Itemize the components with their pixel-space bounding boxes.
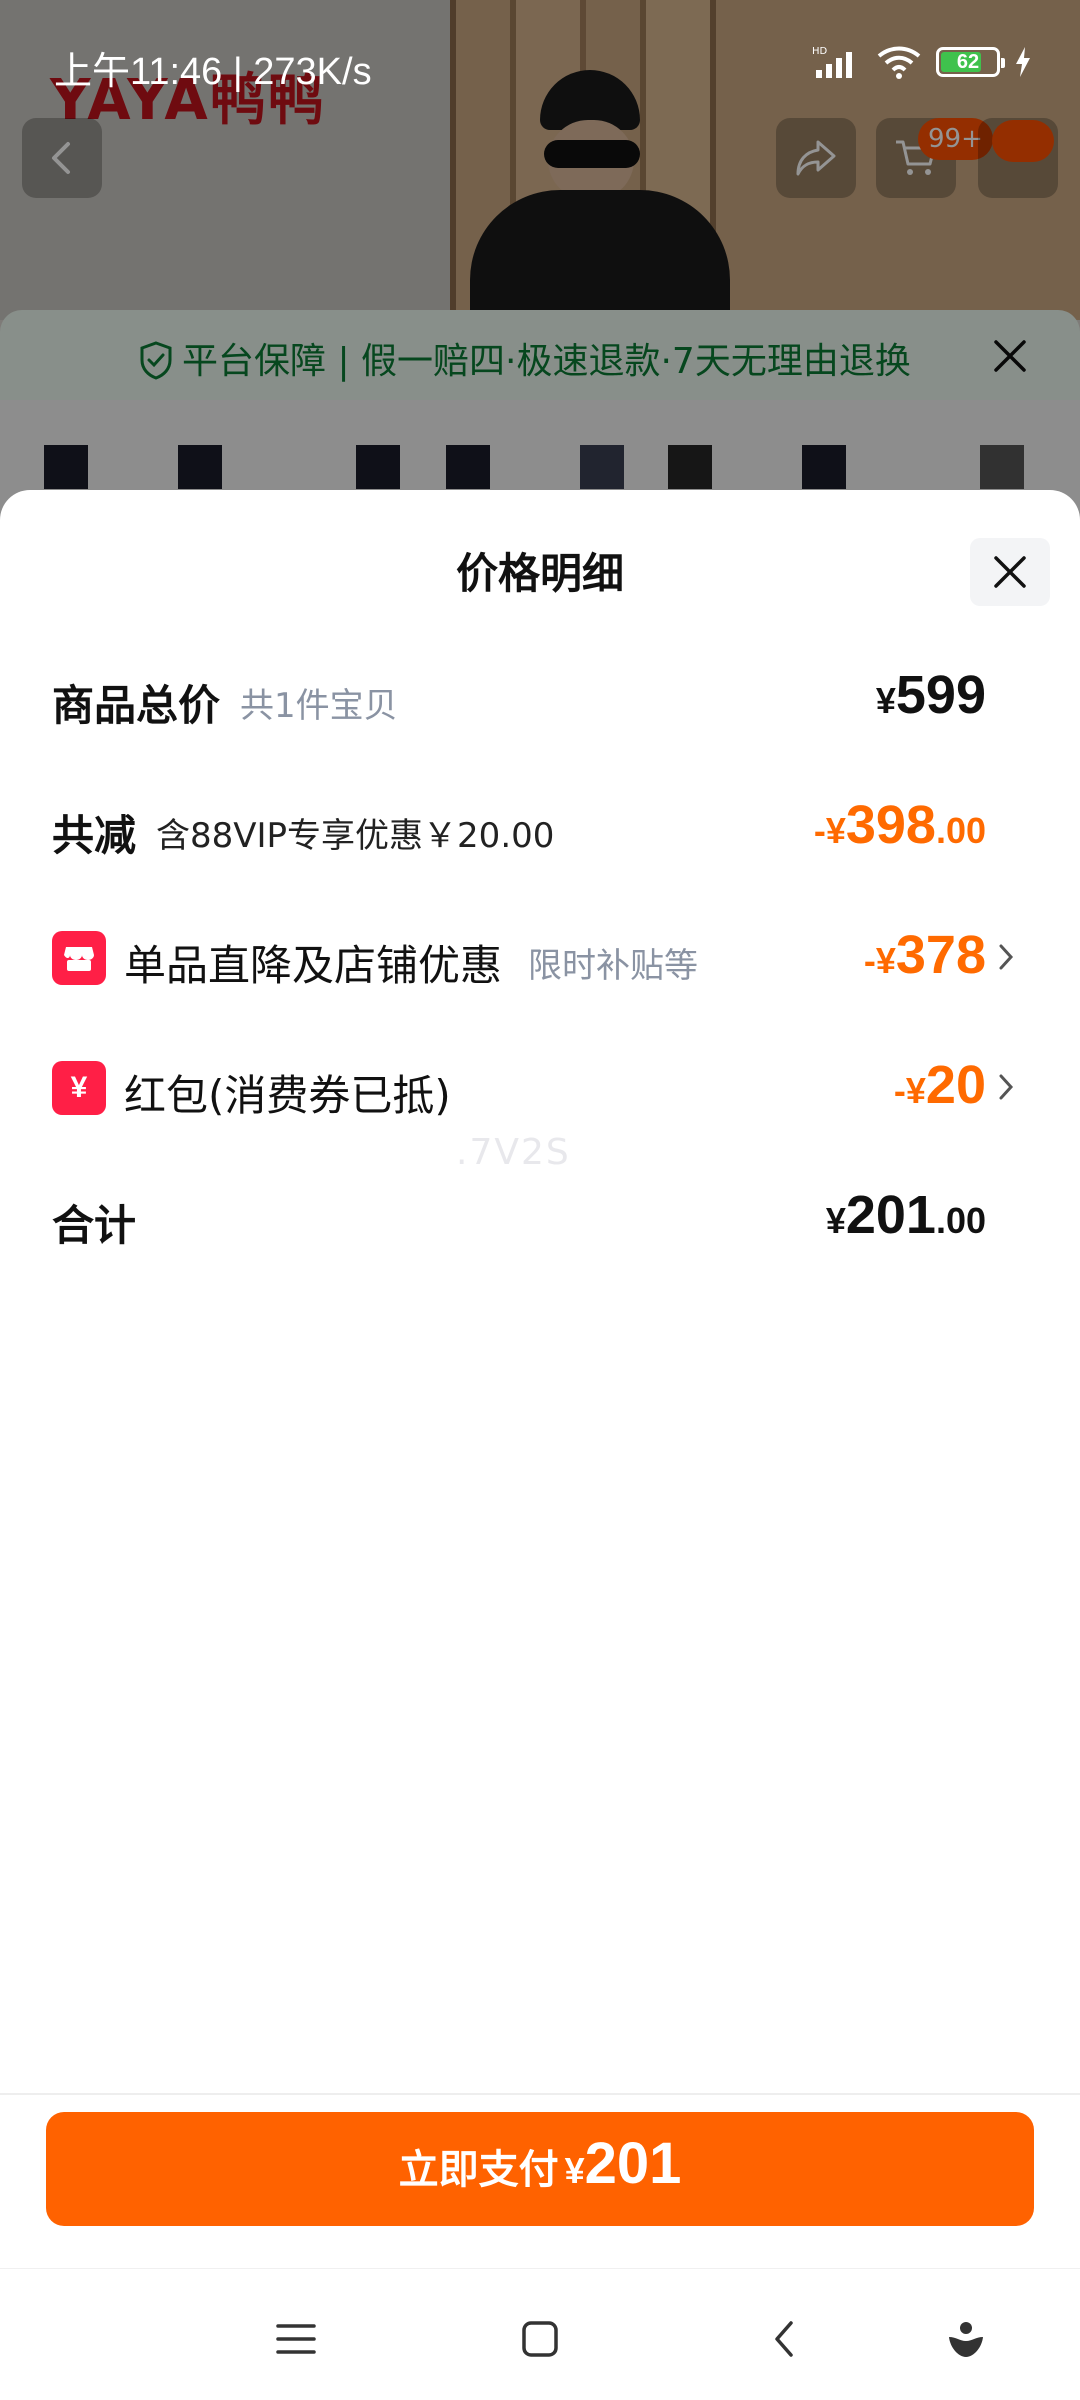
status-time: 上午11:46 | 273K/s — [54, 51, 372, 93]
sheet-title: 价格明细 — [455, 549, 624, 598]
system-nav-bar — [0, 2268, 1080, 2400]
chevron-right-icon[interactable] — [996, 1072, 1016, 1102]
wifi-icon — [877, 46, 921, 79]
single-item-discount-note: 限时补贴等 — [528, 946, 698, 986]
red-packet-badge: ¥ — [52, 1061, 106, 1115]
reduction-amount: -¥398.00 — [813, 795, 986, 855]
bottom-divider — [0, 2093, 1080, 2095]
reduction-vip-note: 含88VIP专享优惠￥20.00 — [156, 816, 555, 856]
sheet-close-button[interactable] — [970, 538, 1050, 606]
pay-now-button[interactable]: 立即支付 ¥ 201 — [46, 2112, 1034, 2226]
status-icons: HD 62 — [812, 44, 1032, 80]
total-label: 商品总价 — [52, 681, 221, 730]
chevron-right-icon[interactable] — [996, 942, 1016, 972]
menu-button[interactable] — [266, 2309, 326, 2369]
system-back-button[interactable] — [754, 2309, 814, 2369]
battery-indicator: 62 — [936, 47, 1005, 77]
menu-icon — [276, 2324, 316, 2354]
red-packet-amount[interactable]: -¥20 — [894, 1054, 986, 1116]
total-amount: ¥599 — [875, 665, 986, 725]
shop-icon — [64, 947, 94, 971]
charging-icon — [1016, 47, 1030, 77]
pay-now-currency: ¥ — [564, 2150, 585, 2191]
back-nav-icon — [775, 2321, 793, 2357]
pay-now-amount: 201 — [584, 2131, 682, 2196]
battery-level: 62 — [956, 50, 980, 73]
single-item-discount-label[interactable]: 单品直降及店铺优惠 — [124, 932, 502, 993]
assistant-button[interactable] — [936, 2309, 996, 2369]
home-icon — [522, 2321, 558, 2357]
sum-label: 合计 — [52, 1201, 137, 1250]
signal-icon: HD — [812, 46, 852, 78]
home-button[interactable] — [510, 2309, 570, 2369]
reduction-label: 共减 — [52, 811, 137, 860]
total-item-count: 共1件宝贝 — [240, 686, 398, 726]
status-bar: 上午11:46 | 273K/s HD 62 — [0, 0, 1080, 96]
svg-text:HD: HD — [812, 46, 828, 57]
shop-discount-badge — [52, 931, 106, 985]
assistant-icon — [949, 2322, 983, 2357]
watermark: .7V2S — [456, 1132, 571, 1173]
red-packet-label[interactable]: 红包(消费券已抵) — [124, 1062, 451, 1123]
sum-amount: ¥201.00 — [825, 1185, 986, 1245]
close-icon — [994, 556, 1026, 588]
single-item-discount-amount[interactable]: -¥378 — [864, 924, 986, 986]
coupon-icon: ¥ — [70, 1071, 88, 1104]
pay-now-label: 立即支付 — [398, 2147, 559, 2193]
